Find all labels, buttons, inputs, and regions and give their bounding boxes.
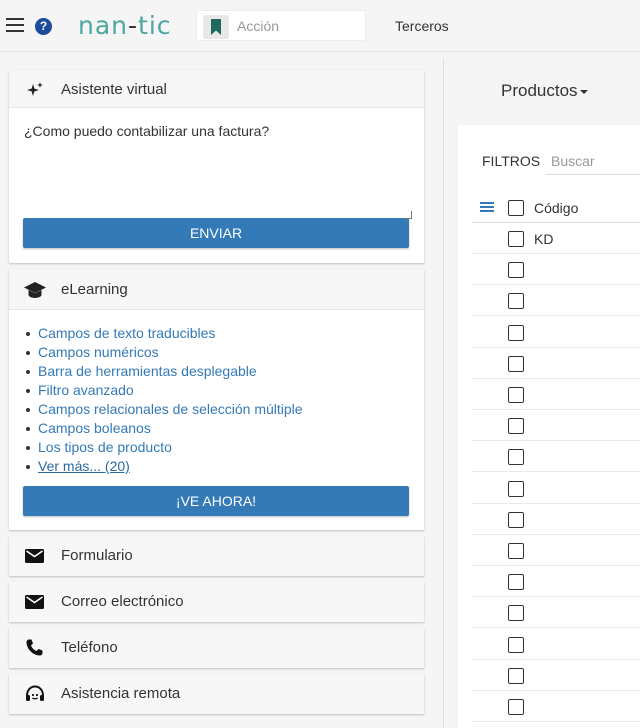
assistant-title: Asistente virtual (61, 81, 167, 98)
row-checkbox[interactable] (508, 605, 524, 622)
contact-form-card: Formulario (9, 536, 424, 576)
list-item: Barra de herramientas desplegable (25, 362, 424, 381)
table-row[interactable]: KD (472, 223, 640, 254)
elearning-link[interactable]: Campos boleanos (38, 420, 151, 436)
bookmark-icon[interactable] (203, 15, 229, 39)
graduation-cap-icon (24, 282, 46, 298)
row-checkbox[interactable] (508, 387, 524, 403)
go-now-button[interactable]: ¡VE AHORA! (23, 486, 409, 516)
table-row[interactable] (472, 629, 640, 660)
elearning-header[interactable]: eLearning (9, 269, 424, 310)
table-row[interactable] (472, 441, 640, 473)
list-item: Filtro avanzado (25, 381, 424, 400)
envelope-icon (25, 549, 44, 563)
elearning-link[interactable]: Campos numéricos (38, 344, 159, 360)
search-input[interactable] (546, 148, 640, 175)
contact-email-card: Correo electrónico (9, 582, 424, 622)
contact-email-header[interactable]: Correo electrónico (9, 582, 424, 622)
elearning-link[interactable]: Campos de texto traducibles (38, 325, 215, 341)
row-checkbox[interactable] (508, 511, 524, 528)
phone-icon (26, 639, 43, 656)
elearning-list: Campos de texto traducibles Campos numér… (9, 310, 424, 476)
list-item: Los tipos de producto (25, 438, 424, 457)
elearning-link[interactable]: Campos relacionales de selección múltipl… (38, 401, 303, 417)
row-checkbox[interactable] (508, 543, 524, 559)
contact-phone-header[interactable]: Teléfono (9, 628, 424, 668)
tab-terceros[interactable]: Terceros (395, 18, 449, 34)
table-row[interactable] (472, 691, 640, 722)
logo: nan-tic (78, 11, 172, 40)
list-item: Ver más... (20) (25, 457, 424, 476)
elearning-link[interactable]: Barra de herramientas desplegable (38, 363, 257, 379)
column-list-icon[interactable] (480, 202, 494, 213)
list-item: Campos boleanos (25, 419, 424, 438)
filters-label[interactable]: FILTROS (482, 153, 540, 169)
contact-remote-title: Asistencia remota (61, 685, 181, 702)
row-checkbox[interactable] (508, 480, 524, 497)
row-checkbox[interactable] (508, 324, 524, 341)
list-item: Campos numéricos (25, 343, 424, 362)
elearning-link[interactable]: Filtro avanzado (38, 382, 134, 398)
resize-handle[interactable] (404, 211, 412, 219)
caret-down-icon (579, 89, 588, 94)
row-checkbox[interactable] (508, 293, 524, 310)
table-row[interactable] (472, 254, 640, 286)
elearning-card: eLearning Campos de texto traducibles Ca… (9, 269, 424, 530)
top-bar: ? nan-tic Terceros (0, 0, 640, 52)
contact-phone-title: Teléfono (61, 639, 118, 656)
row-checkbox[interactable] (508, 449, 524, 466)
menu-icon[interactable] (6, 18, 24, 32)
table-row[interactable] (472, 317, 640, 348)
contact-remote-header[interactable]: Asistencia remota (9, 674, 424, 714)
table-row[interactable] (472, 285, 640, 317)
contact-form-title: Formulario (61, 547, 133, 564)
products-dropdown[interactable]: Productos (501, 81, 588, 101)
action-input[interactable] (237, 15, 361, 37)
products-panel: Productos FILTROS Código KD (458, 58, 640, 728)
cell-code: KD (534, 231, 554, 247)
table-row[interactable] (472, 566, 640, 598)
select-all-checkbox[interactable] (508, 200, 524, 216)
list-item: Campos de texto traducibles (25, 324, 424, 343)
assistant-card: Asistente virtual ENVIAR (9, 70, 424, 263)
table-row[interactable] (472, 660, 640, 691)
contact-phone-card: Teléfono (9, 628, 424, 668)
contact-remote-card: Asistencia remota (9, 674, 424, 714)
question-textarea[interactable] (16, 114, 417, 214)
row-checkbox[interactable] (508, 636, 524, 653)
list-item: Campos relacionales de selección múltipl… (25, 400, 424, 419)
row-checkbox[interactable] (508, 418, 524, 435)
table-header: Código (472, 192, 640, 223)
action-search (196, 10, 366, 41)
elearning-title: eLearning (61, 281, 128, 298)
row-checkbox[interactable] (508, 355, 524, 372)
headset-icon (26, 685, 44, 701)
row-checkbox[interactable] (508, 231, 524, 247)
products-header: Productos (458, 58, 640, 125)
sparkle-icon (27, 82, 43, 96)
table-row[interactable] (472, 348, 640, 379)
assistant-header[interactable]: Asistente virtual (9, 70, 424, 108)
row-checkbox[interactable] (508, 262, 524, 279)
column-header-code[interactable]: Código (534, 200, 578, 216)
help-icon[interactable]: ? (35, 18, 52, 35)
table-row[interactable] (472, 473, 640, 504)
table-row[interactable] (472, 535, 640, 566)
row-checkbox[interactable] (508, 574, 524, 591)
table-row[interactable] (472, 504, 640, 535)
see-more-link[interactable]: Ver más... (20) (38, 458, 130, 474)
contact-form-header[interactable]: Formulario (9, 536, 424, 576)
send-button[interactable]: ENVIAR (23, 218, 409, 248)
table-row[interactable] (472, 597, 640, 629)
row-checkbox[interactable] (508, 667, 524, 684)
row-checkbox[interactable] (508, 699, 524, 715)
left-sidebar: Asistente virtual ENVIAR eLearning Campo… (0, 58, 444, 728)
contact-email-title: Correo electrónico (61, 593, 184, 610)
envelope-icon (25, 595, 44, 609)
table-row[interactable] (472, 379, 640, 410)
table-row[interactable] (472, 410, 640, 442)
elearning-link[interactable]: Los tipos de producto (38, 439, 172, 455)
